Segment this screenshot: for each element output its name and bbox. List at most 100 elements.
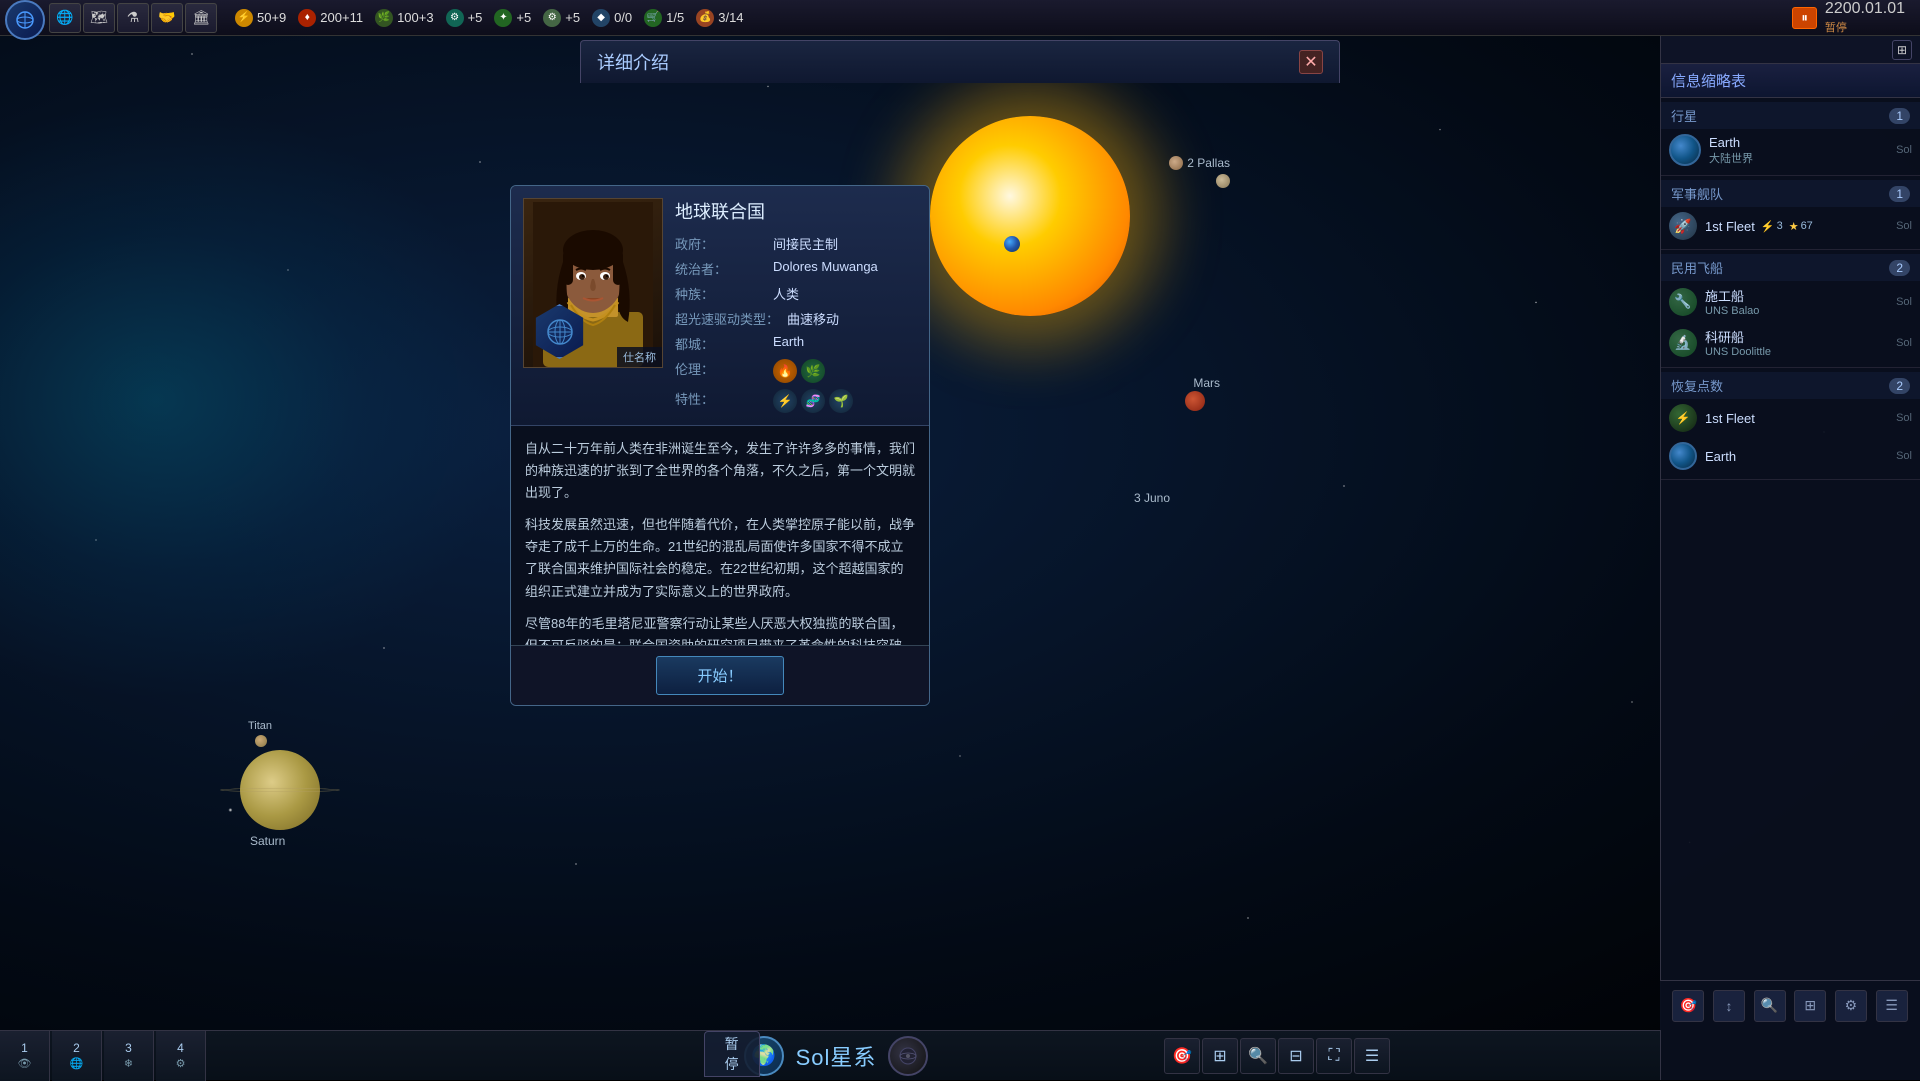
map-tool-button[interactable]: 🎯 [1164,1038,1200,1074]
mars-label: Mars [1193,376,1220,390]
saturn-ring [220,788,340,792]
energy-value: 50+9 [257,10,286,25]
ftl-value: 曲速移动 [787,309,839,328]
recovery-earth-location: Sol [1896,450,1912,462]
sort-button[interactable]: ↕ [1713,990,1745,1022]
top-right-area: ⏸ 2200.01.01 暂停 [1792,0,1915,36]
start-game-button[interactable]: 开始！ [656,656,783,695]
capital-row: 都城： Earth [675,334,917,353]
earth-globe-icon [1669,134,1701,166]
tab1-num: 1 [21,1041,28,1055]
pause-button[interactable]: ⏸ [1792,7,1817,29]
alloys-icon: ◆ [592,9,610,27]
civics-button[interactable]: 🏛 [185,3,217,33]
saturn-planet[interactable] [240,750,320,830]
sidebar-item-recovery-earth[interactable]: Earth Sol [1661,437,1920,475]
ftl-label: 超光速驱动类型： [675,309,779,328]
government-label: 政府： [675,234,765,253]
bottom-tab-3[interactable]: 3 ❄ [104,1031,154,1081]
food-icon: 🌿 [375,9,393,27]
pallas-label: 2 Pallas [1169,156,1230,170]
layout-button[interactable]: ⊞ [1794,990,1826,1022]
mars-planet[interactable] [1185,391,1205,411]
recovery-earth-info: Earth [1705,449,1888,464]
menu-button[interactable]: ☰ [1354,1038,1390,1074]
sidebar-item-recovery-fleet[interactable]: ⚡ 1st Fleet Sol [1661,399,1920,437]
faction-portrait: 仕名称 [523,198,663,368]
map-button[interactable]: 🗺 [83,3,115,33]
recovery-earth-name: Earth [1705,449,1888,464]
fleet-level: ★ 67 [1789,220,1813,233]
fleets-section: 军事舰队 1 🚀 1st Fleet ⚡ 3 ★ 67 Sol [1661,176,1920,250]
ftl-row: 超光速驱动类型： 曲速移动 [675,309,917,328]
bottom-tab-4[interactable]: 4 ⚙ [156,1031,206,1081]
system-icon-right[interactable] [888,1036,928,1076]
empire-logo[interactable] [5,0,45,40]
pallas-icon [1169,156,1183,170]
sidebar-item-fleet1[interactable]: 🚀 1st Fleet ⚡ 3 ★ 67 Sol [1661,207,1920,245]
species-value: 人类 [773,284,799,303]
planets-section-title: 行星 1 [1661,102,1920,129]
fleet1-info: 1st Fleet ⚡ 3 ★ 67 [1705,219,1888,234]
date-value: 2200.01.01 [1825,0,1905,17]
sidebar-item-earth[interactable]: Earth 大陆世界 Sol [1661,129,1920,171]
tab4-icon: ⚙ [176,1057,186,1070]
construction-name: UNS Balao [1705,305,1888,317]
titan-planet[interactable] [255,735,267,747]
bottom-tab-2[interactable]: 2 🌐 [52,1031,102,1081]
fit-button[interactable]: ⛶ [1316,1038,1352,1074]
sidebar-tools: 🎯 ↕ 🔍 ⊞ ⚙ ☰ [1660,980,1920,1030]
credits-resource: 💰 3/14 [696,9,743,27]
close-button[interactable]: ✕ [1299,50,1323,74]
top-icon-bar: 🌐 🗺 ⚗ 🤝 🏛 [49,3,217,33]
bottom-bar: 1 👁 2 🌐 3 ❄ 4 ⚙ 暂停 🌍 Sol星系 [0,1030,1660,1080]
filter-button[interactable]: 🎯 [1672,990,1704,1022]
civilian-label: 民用飞船 [1671,258,1723,277]
un-emblem [544,316,576,348]
sidebar-header: 信息缩略表 [1661,64,1920,98]
fleet1-location: Sol [1896,220,1912,232]
species-label: 种族： [675,284,765,303]
tab3-icon: ❄ [124,1057,133,1070]
filter-tool-button[interactable]: ⊞ [1202,1038,1238,1074]
saturn-group[interactable]: Titan Saturn [240,750,320,830]
planet-view-button[interactable]: 🌐 [49,3,81,33]
sidebar-item-construction[interactable]: 🔧 施工船 UNS Balao Sol [1661,281,1920,322]
alloys-value: 0/0 [614,10,632,25]
tech-value: +5 [468,10,483,25]
consumer-icon: 🛒 [644,9,662,27]
science-location: Sol [1896,337,1912,349]
consumer-value: 1/5 [666,10,684,25]
recovery-earth-icon [1669,442,1697,470]
zoom-in-button[interactable]: 🔍 [1240,1038,1276,1074]
sidebar-expand-button[interactable]: ⊞ [1892,40,1912,60]
settings-button[interactable]: ⚙ [1835,990,1867,1022]
minerals-resource: ♦ 200+11 [298,9,363,27]
planets-section: 行星 1 Earth 大陆世界 Sol [1661,98,1920,176]
credits-icon: 💰 [696,9,714,27]
earth-planet[interactable] [1004,236,1020,252]
sidebar-item-science[interactable]: 🔬 科研船 UNS Doolittle Sol [1661,322,1920,363]
tech-button[interactable]: ⚗ [117,3,149,33]
list-button[interactable]: ☰ [1876,990,1908,1022]
search-button[interactable]: 🔍 [1754,990,1786,1022]
species-row: 种族： 人类 [675,284,917,303]
bottom-tab-1[interactable]: 1 👁 [0,1031,50,1081]
tab4-num: 4 [177,1041,184,1055]
pause-label: 暂停 [1825,22,1847,34]
energy-icon: ⚡ [235,9,253,27]
construction-location: Sol [1896,296,1912,308]
diplomacy-button[interactable]: 🤝 [151,3,183,33]
trait-icon-2: 🧬 [801,389,825,413]
ruler-value: Dolores Muwanga [773,259,878,274]
science-name: UNS Doolittle [1705,346,1888,358]
pallas-planet[interactable] [1216,174,1230,188]
dialog-header: 详细介绍 ✕ [580,40,1340,83]
titan-label: Titan [248,720,272,732]
unity-icon: ✦ [494,9,512,27]
recovery-count: 2 [1889,378,1910,394]
civilian-section: 民用飞船 2 🔧 施工船 UNS Balao Sol 🔬 科研船 UNS Doo… [1661,250,1920,368]
system-name: Sol星系 [796,1040,877,1072]
zoom-out-button[interactable]: ⊟ [1278,1038,1314,1074]
system-name-display: 暂停 🌍 Sol星系 [732,1036,929,1076]
